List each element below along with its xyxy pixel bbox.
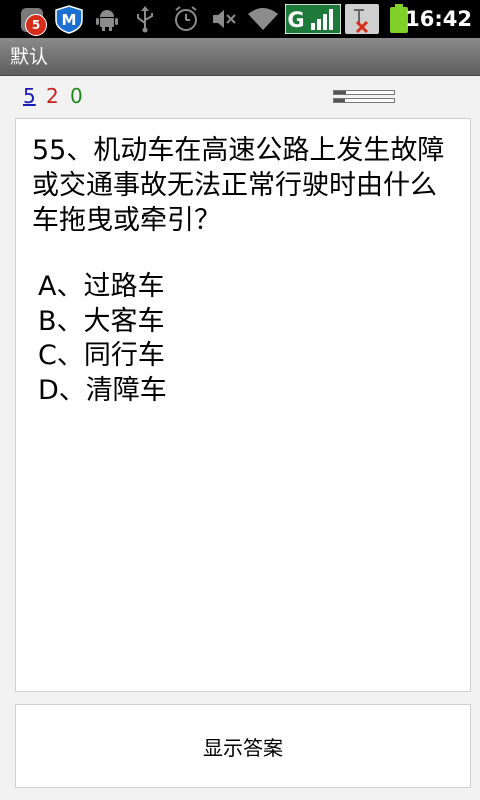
mute-icon — [210, 4, 238, 34]
question-card: 55、机动车在高速公路上发生故障或交通事故无法正常行驶时由什么车拖曳或牵引？ A… — [15, 118, 471, 692]
option-d[interactable]: D、清障车 — [38, 374, 167, 409]
sim-error-icon — [345, 4, 379, 34]
wifi-icon — [246, 4, 280, 34]
3g-signal-icon: G — [285, 4, 341, 34]
option-b[interactable]: B、大客车 — [38, 305, 167, 340]
usb-icon — [132, 4, 158, 34]
svg-text:M: M — [62, 11, 77, 29]
counter-row: 5 2 0 — [0, 80, 480, 114]
question-text: 55、机动车在高速公路上发生故障或交通事故无法正常行驶时由什么车拖曳或牵引？ — [32, 135, 445, 236]
total-count-link[interactable]: 5 — [23, 84, 36, 108]
page-title: 默认 — [10, 46, 49, 68]
show-answer-button[interactable]: 显示答案 — [15, 704, 471, 788]
shield-m-icon: M — [54, 4, 84, 34]
clock: 16:42 — [405, 7, 472, 31]
right-count: 0 — [70, 84, 83, 108]
title-bar: 默认 — [0, 38, 480, 76]
alarm-icon — [172, 4, 200, 34]
progress-bar-1 — [333, 90, 395, 95]
status-bar: 5 M G 16:42 — [0, 0, 480, 38]
android-debug-icon — [94, 4, 120, 34]
notification-count-badge: 5 — [25, 14, 47, 36]
network-letter: G — [287, 8, 304, 32]
options-list: A、过路车 B、大客车 C、同行车 D、清障车 — [38, 270, 167, 408]
progress-bar-2-fill — [334, 99, 345, 102]
wrong-count: 2 — [46, 84, 59, 108]
progress-bar-1-fill — [334, 91, 346, 94]
option-c[interactable]: C、同行车 — [38, 339, 167, 374]
progress-bar-2 — [333, 98, 395, 103]
option-a[interactable]: A、过路车 — [38, 270, 167, 305]
